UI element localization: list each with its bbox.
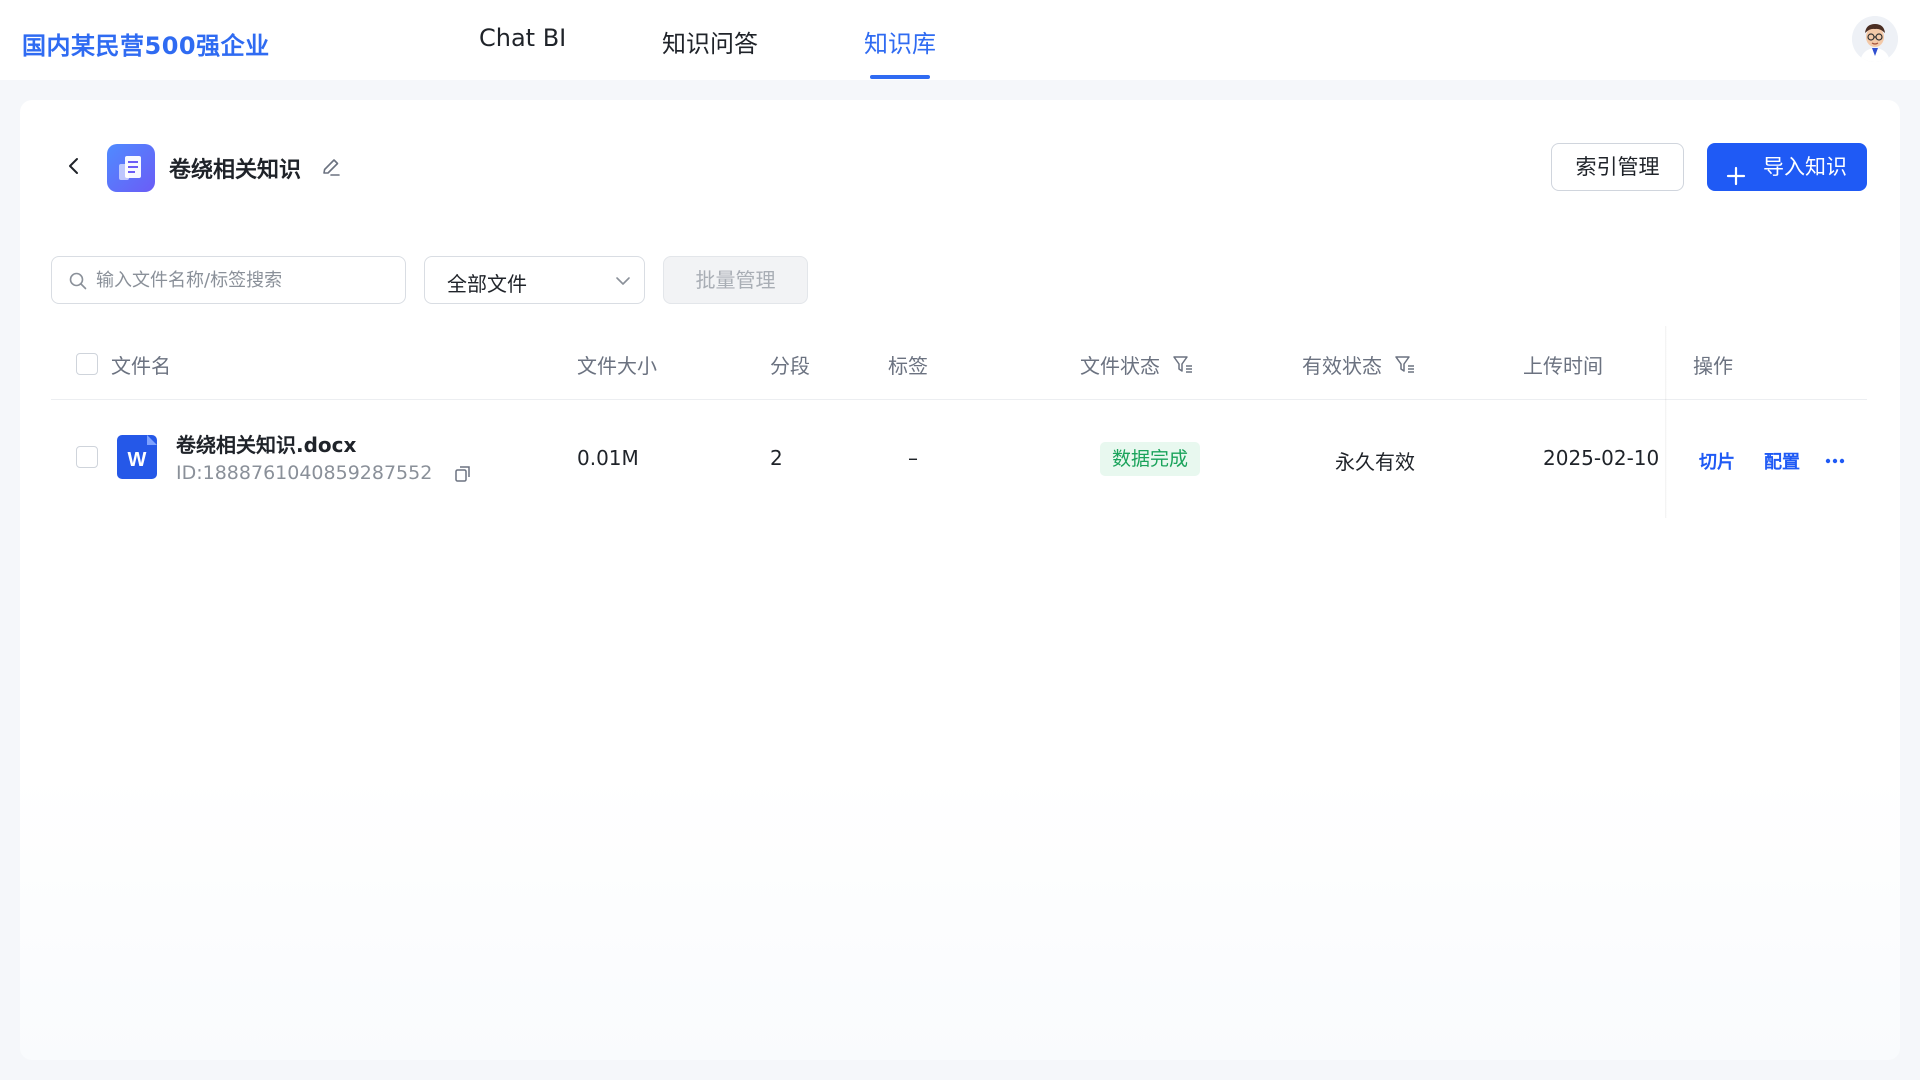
- top-bar: 国内某民营500强企业 Chat BI 知识问答 知识库: [0, 0, 1920, 80]
- main-card: 卷绕相关知识 索引管理 导入知识 全部文件 批量管理 文件名 文件大小 分段: [20, 100, 1900, 1060]
- import-knowledge-button[interactable]: 导入知识: [1707, 143, 1867, 191]
- col-validity-header: 有效状态: [1302, 350, 1416, 379]
- upload-time: 2025-02-10: [1543, 446, 1660, 470]
- filter-icon[interactable]: [1394, 354, 1416, 376]
- validity-status: 永久有效: [1335, 450, 1415, 474]
- index-management-button[interactable]: 索引管理: [1551, 143, 1684, 191]
- search-icon: [68, 271, 88, 291]
- file-type-select[interactable]: 全部文件: [424, 256, 645, 304]
- chevron-down-icon: [613, 271, 633, 291]
- avatar[interactable]: [1852, 16, 1898, 62]
- col-actions: 操作: [1693, 354, 1733, 378]
- config-link[interactable]: 配置: [1764, 448, 1800, 474]
- search-input[interactable]: [96, 265, 396, 295]
- filter-icon[interactable]: [1172, 354, 1194, 376]
- status-badge: 数据完成: [1100, 442, 1201, 476]
- file-name[interactable]: 卷绕相关知识.docx: [176, 429, 356, 458]
- svg-text:W: W: [128, 449, 147, 471]
- knowledge-base-title: 卷绕相关知识: [169, 158, 302, 183]
- row-checkbox[interactable]: [76, 446, 98, 468]
- search-box: [51, 256, 406, 304]
- col-file-status: 文件状态: [1080, 354, 1160, 378]
- col-file-name: 文件名: [111, 354, 171, 378]
- more-icon[interactable]: [1824, 452, 1846, 464]
- back-arrow-icon[interactable]: [62, 154, 86, 178]
- word-doc-icon: W: [117, 435, 157, 479]
- col-upload-time: 上传时间: [1523, 354, 1603, 378]
- col-tags: 标签: [888, 354, 928, 378]
- batch-management-button[interactable]: 批量管理: [663, 256, 808, 304]
- col-file-size: 文件大小: [577, 354, 657, 378]
- file-type-selected: 全部文件: [447, 272, 527, 296]
- file-id: ID:1888761040859287552: [176, 462, 433, 484]
- tab-knowledge-qa[interactable]: 知识问答: [662, 24, 758, 59]
- tags-value: –: [908, 446, 918, 470]
- copy-icon[interactable]: [453, 464, 473, 484]
- col-segments: 分段: [770, 354, 810, 378]
- import-knowledge-label: 导入知识: [1763, 155, 1847, 179]
- tab-chat-bi[interactable]: Chat BI: [479, 24, 566, 52]
- col-file-status-header: 文件状态: [1080, 350, 1194, 379]
- active-tab-indicator: [870, 75, 930, 79]
- table-row: W 卷绕相关知识.docx ID:1888761040859287552 0.0…: [51, 400, 1867, 512]
- tab-knowledge-base[interactable]: 知识库: [864, 24, 936, 59]
- edit-pencil-icon[interactable]: [320, 156, 342, 178]
- segment-count: 2: [770, 446, 783, 470]
- table-header: 文件名 文件大小 分段 标签 文件状态 有效状态 上传时间 操作: [51, 326, 1867, 400]
- slice-link[interactable]: 切片: [1699, 448, 1735, 474]
- select-all-checkbox[interactable]: [76, 353, 98, 375]
- plus-icon: [1725, 156, 1747, 186]
- brand-name: 国内某民营500强企业: [22, 32, 270, 60]
- col-validity: 有效状态: [1302, 354, 1382, 378]
- knowledge-base-icon: [107, 144, 155, 192]
- file-size: 0.01M: [577, 446, 639, 470]
